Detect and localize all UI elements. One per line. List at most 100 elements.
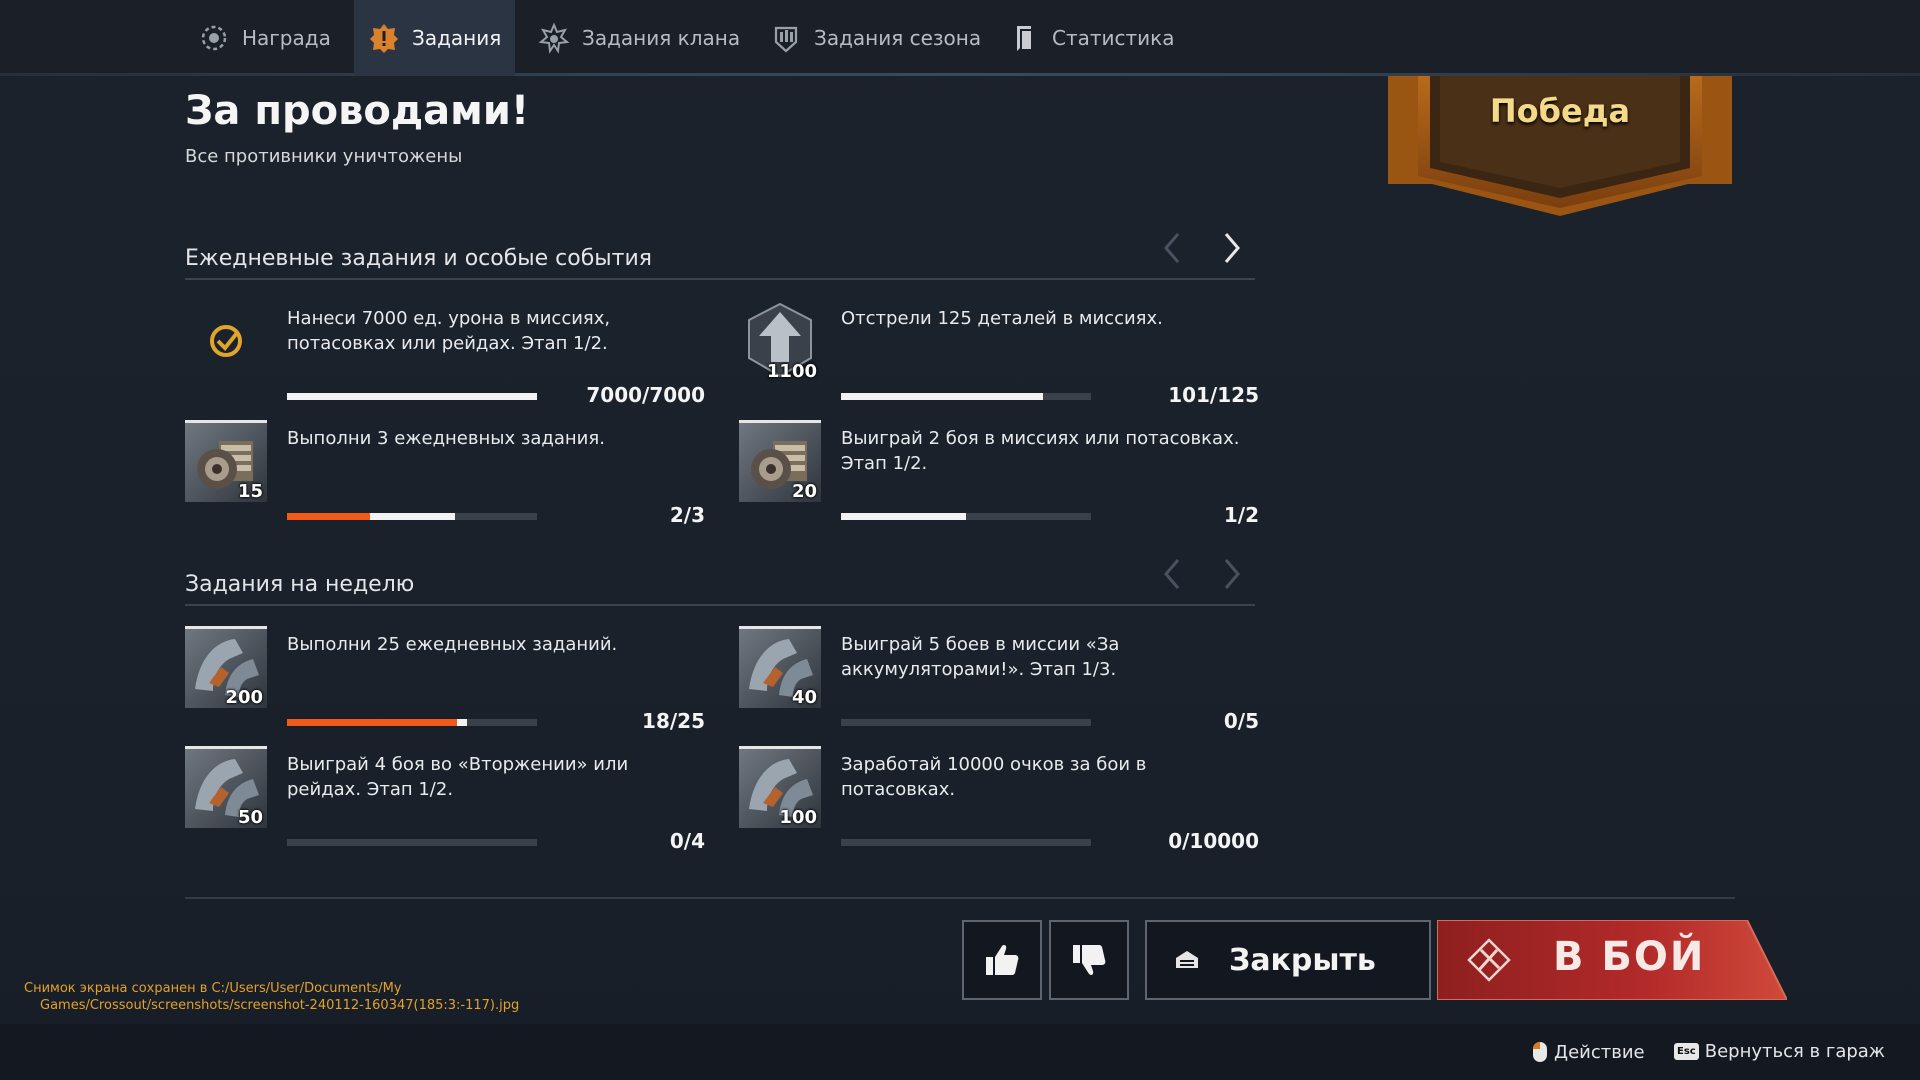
fight-label: В БОЙ xyxy=(1553,934,1706,980)
task-icon: 20 xyxy=(739,420,821,502)
dislike-button[interactable] xyxy=(1049,920,1129,1000)
weekly-task-4[interactable]: 100 Заработай 10000 очков за бои в потас… xyxy=(739,746,1259,853)
weekly-task-2[interactable]: 40 Выиграй 5 боев в миссии «За аккумулят… xyxy=(739,626,1259,733)
progress-bar xyxy=(287,393,537,400)
tab-clan-missions[interactable]: Задания клана xyxy=(524,0,754,76)
garage-icon xyxy=(1176,951,1198,968)
chevron-right-icon xyxy=(1224,233,1240,263)
progress-bar xyxy=(287,719,537,726)
task-description: Выиграй 2 боя в миссиях или потасовках. … xyxy=(841,428,1240,474)
weekly-task-1[interactable]: 200 Выполни 25 ежедневных заданий. 18/25 xyxy=(185,626,705,733)
close-button[interactable]: Закрыть xyxy=(1145,920,1431,1000)
reward-icon xyxy=(201,25,227,51)
daily-prev-arrow[interactable] xyxy=(1158,228,1188,268)
thumbs-down-icon xyxy=(1073,945,1106,975)
daily-task-2[interactable]: 1100 Отстрели 125 деталей в миссиях. 101… xyxy=(739,300,1259,407)
like-button[interactable] xyxy=(962,920,1042,1000)
reward-count: 100 xyxy=(779,807,817,828)
weekly-next-arrow[interactable] xyxy=(1216,554,1246,594)
tab-season-missions[interactable]: Задания сезона xyxy=(756,0,995,76)
daily-task-3[interactable]: 15 Выполни 3 ежедневных задания. 2/3 xyxy=(185,420,705,527)
season-missions-icon xyxy=(774,26,798,53)
task-description: Выполни 3 ежедневных задания. xyxy=(287,428,605,449)
reward-count: 15 xyxy=(237,481,263,502)
notice-line-1: Снимок экрана сохранен в C:/Users/User/D… xyxy=(24,981,402,996)
result-label: Победа xyxy=(1489,92,1631,130)
chevron-left-icon xyxy=(1164,559,1180,589)
task-description: Выиграй 4 боя во «Вторжении» или рейдах.… xyxy=(287,754,629,800)
progress-text: 7000/7000 xyxy=(586,383,705,407)
progress-text: 1/2 xyxy=(1223,503,1259,527)
tab-label: Статистика xyxy=(1052,26,1175,50)
fight-button[interactable]: В БОЙ xyxy=(1437,920,1787,1000)
daily-task-1[interactable]: Нанеси 7000 ед. урона в миссиях, потасов… xyxy=(185,300,705,407)
progress-bar xyxy=(841,513,1091,520)
page-subtitle: Все противники уничтожены xyxy=(185,146,463,167)
screenshot-notice: Снимок экрана сохранен в C:/Users/User/D… xyxy=(24,980,519,1014)
task-icon: 1100 xyxy=(739,300,821,382)
weekly-task-3[interactable]: 50 Выиграй 4 боя во «Вторжении» или рейд… xyxy=(185,746,705,853)
missions-icon xyxy=(370,24,398,53)
hint-action-label: Действие xyxy=(1554,1041,1645,1063)
page-title: За проводами! xyxy=(185,88,530,134)
task-icon: 100 xyxy=(739,746,821,828)
task-icon: 15 xyxy=(185,420,267,502)
progress-text: 18/25 xyxy=(642,709,705,733)
tab-label: Задания xyxy=(412,26,502,50)
clan-missions-icon xyxy=(538,22,570,54)
tab-statistics[interactable]: Статистика xyxy=(994,0,1189,76)
progress-text: 2/3 xyxy=(669,503,705,527)
thumbs-up-icon xyxy=(986,945,1019,975)
tab-reward[interactable]: Награда xyxy=(184,0,345,76)
reward-count: 50 xyxy=(237,807,263,828)
task-icon xyxy=(185,300,267,382)
progress-bar xyxy=(841,839,1091,846)
hint-action[interactable]: Действие xyxy=(1532,1041,1645,1063)
task-description: Заработай 10000 очков за бои в потасовка… xyxy=(841,754,1147,800)
bottom-divider xyxy=(185,897,1735,899)
task-icon: 200 xyxy=(185,626,267,708)
task-description: Выиграй 5 боев в миссии «За аккумулятора… xyxy=(841,634,1120,680)
reward-count: 40 xyxy=(791,687,817,708)
progress-bar xyxy=(287,513,537,520)
task-icon: 40 xyxy=(739,626,821,708)
weekly-prev-arrow[interactable] xyxy=(1158,554,1188,594)
reward-count: 200 xyxy=(225,687,263,708)
chevron-right-icon xyxy=(1224,559,1240,589)
check-icon xyxy=(210,325,242,357)
daily-task-4[interactable]: 20 Выиграй 2 боя в миссиях или потасовка… xyxy=(739,420,1259,527)
tab-label: Задания сезона xyxy=(814,26,982,50)
tab-label: Задания клана xyxy=(582,26,741,50)
hint-back-label: Вернуться в гараж xyxy=(1704,1041,1886,1062)
progress-bar xyxy=(287,839,537,846)
progress-text: 0/4 xyxy=(669,829,705,853)
progress-bar xyxy=(841,393,1091,400)
daily-section-title: Ежедневные задания и особые события xyxy=(185,246,653,271)
missions-screen: Награда Задания Задания клана Задания се… xyxy=(0,0,1920,1080)
top-nav: Награда Задания Задания клана Задания се… xyxy=(0,0,1920,76)
progress-bar xyxy=(841,719,1091,726)
weekly-section-divider xyxy=(185,604,1255,606)
reward-count: 20 xyxy=(791,481,817,502)
task-description: Выполни 25 ежедневных заданий. xyxy=(287,634,618,655)
progress-text: 0/5 xyxy=(1223,709,1259,733)
tab-missions[interactable]: Задания xyxy=(354,0,516,76)
task-description: Нанеси 7000 ед. урона в миссиях, потасов… xyxy=(287,308,611,354)
hint-back-to-garage[interactable]: Esc Вернуться в гараж xyxy=(1674,1041,1885,1062)
progress-text: 101/125 xyxy=(1168,383,1259,407)
mouse-icon xyxy=(1533,1042,1547,1062)
crossed-swords-icon xyxy=(1467,938,1511,982)
weekly-section-title: Задания на неделю xyxy=(185,572,415,597)
daily-next-arrow[interactable] xyxy=(1216,228,1246,268)
progress-text: 0/10000 xyxy=(1168,829,1259,853)
daily-section-divider xyxy=(185,278,1255,280)
reward-count: 1100 xyxy=(766,361,817,382)
task-description: Отстрели 125 деталей в миссиях. xyxy=(841,308,1163,329)
statistics-icon xyxy=(1017,26,1031,51)
notice-line-2: Games/Crossout/screenshots/screenshot-24… xyxy=(40,998,520,1013)
esc-key-icon: Esc xyxy=(1674,1043,1699,1060)
chevron-left-icon xyxy=(1164,233,1180,263)
tab-label: Награда xyxy=(242,26,331,50)
close-label: Закрыть xyxy=(1229,942,1376,978)
task-icon: 50 xyxy=(185,746,267,828)
